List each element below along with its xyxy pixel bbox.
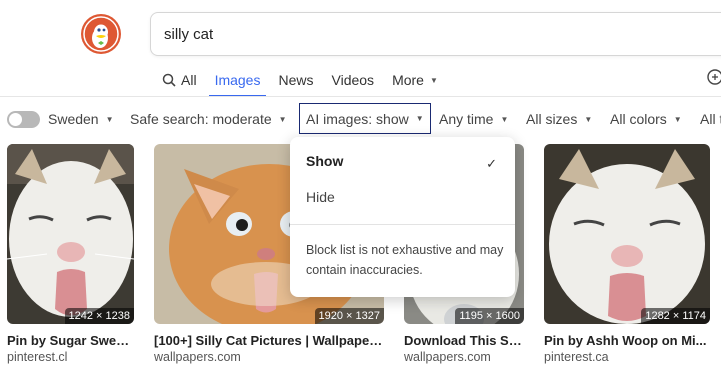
chevron-down-icon: ▼ xyxy=(278,114,287,124)
chevron-down-icon: ▼ xyxy=(415,114,424,123)
tab-videos-label: Videos xyxy=(331,72,375,88)
image-dimensions: 1282 × 1174 xyxy=(641,308,710,324)
size-filter[interactable]: All sizes ▼ xyxy=(526,104,592,134)
type-label: All t xyxy=(700,111,721,127)
type-filter[interactable]: All t xyxy=(700,104,721,134)
image-result[interactable]: 1242 × 1238 Pin by Sugar Sweet... pinter… xyxy=(7,144,134,364)
dropdown-option-show[interactable]: Show xyxy=(306,153,343,169)
size-label: All sizes xyxy=(526,111,578,127)
result-title[interactable]: Pin by Sugar Sweet... xyxy=(7,333,134,348)
color-filter[interactable]: All colors ▼ xyxy=(610,104,682,134)
tab-videos[interactable]: Videos xyxy=(332,64,375,96)
image-result[interactable]: 1282 × 1174 Pin by Ashh Woop on Mi... pi… xyxy=(544,144,710,364)
checkmark-icon: ✓ xyxy=(486,156,497,171)
chevron-down-icon: ▼ xyxy=(429,75,438,85)
result-title[interactable]: Download This Sill... xyxy=(404,333,524,348)
region-toggle[interactable] xyxy=(7,110,40,128)
search-input[interactable] xyxy=(162,13,702,55)
tab-more-label: More xyxy=(392,72,424,88)
result-source[interactable]: pinterest.cl xyxy=(7,350,134,364)
tab-news[interactable]: News xyxy=(278,64,313,96)
chevron-down-icon: ▼ xyxy=(500,114,509,124)
tab-more[interactable]: More ▼ xyxy=(392,64,438,96)
image-dimensions: 1195 × 1600 xyxy=(455,308,524,324)
chevron-down-icon: ▼ xyxy=(673,114,682,124)
image-dimensions: 1242 × 1238 xyxy=(64,308,134,324)
search-icon xyxy=(162,73,176,87)
result-title[interactable]: Pin by Ashh Woop on Mi... xyxy=(544,333,710,348)
result-title[interactable]: [100+] Silly Cat Pictures | Wallpapers..… xyxy=(154,333,384,348)
ai-images-filter[interactable]: AI images: show ▼ xyxy=(299,103,431,134)
duckduckgo-logo[interactable] xyxy=(81,14,121,54)
tab-images[interactable]: Images xyxy=(208,64,267,97)
ai-images-dropdown: Show ✓ Hide Block list is not exhaustive… xyxy=(290,137,515,297)
tab-all-label: All xyxy=(181,72,197,88)
dropdown-option-hide[interactable]: Hide xyxy=(306,189,335,205)
image-dimensions: 1920 × 1327 xyxy=(314,308,384,324)
result-thumbnail[interactable]: 1282 × 1174 xyxy=(544,144,710,324)
chevron-down-icon: ▼ xyxy=(584,114,593,124)
search-box[interactable] xyxy=(150,12,721,56)
result-source[interactable]: pinterest.ca xyxy=(544,350,710,364)
result-thumbnail[interactable]: 1242 × 1238 xyxy=(7,144,134,324)
tab-images-label: Images xyxy=(214,72,261,88)
tab-all[interactable]: All xyxy=(162,64,197,96)
result-source[interactable]: wallpapers.com xyxy=(154,350,384,364)
time-filter[interactable]: Any time ▼ xyxy=(439,104,508,134)
chevron-down-icon: ▼ xyxy=(105,114,114,124)
search-tabs: All Images News Videos More ▼ xyxy=(162,64,456,97)
header-divider xyxy=(0,96,721,97)
time-label: Any time xyxy=(439,111,494,127)
dropdown-divider xyxy=(290,224,515,225)
result-source[interactable]: wallpapers.com xyxy=(404,350,524,364)
color-label: All colors xyxy=(610,111,667,127)
region-label: Sweden xyxy=(48,111,99,127)
safe-search-filter[interactable]: Safe search: moderate ▼ xyxy=(130,104,287,134)
region-filter[interactable]: Sweden ▼ xyxy=(7,104,114,134)
chat-icon[interactable] xyxy=(706,68,721,91)
ai-images-label: AI images: show xyxy=(306,110,409,127)
tab-news-label: News xyxy=(278,72,314,88)
dropdown-note: Block list is not exhaustive and may con… xyxy=(306,243,504,277)
safe-search-label: Safe search: moderate xyxy=(130,111,272,127)
